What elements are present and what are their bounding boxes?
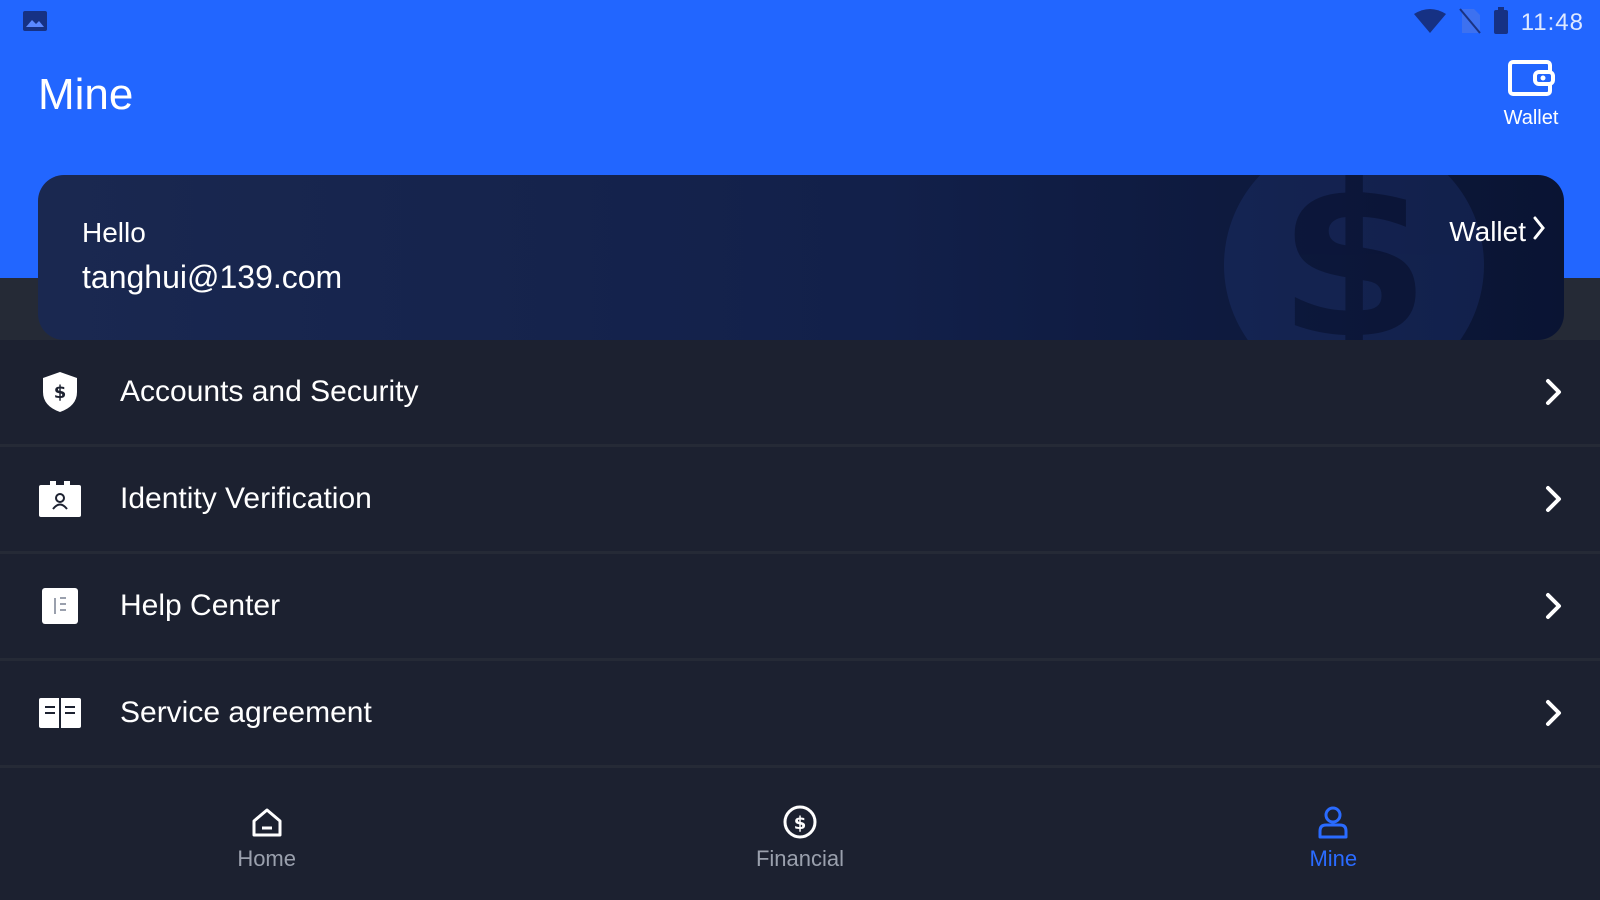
svg-text:$: $: [54, 382, 67, 403]
status-time: 11:48: [1520, 9, 1584, 36]
nav-mine[interactable]: Mine: [1223, 804, 1443, 872]
bottom-nav: Home $ Financial Mine: [0, 776, 1600, 900]
menu-item-label: Service agreement: [120, 696, 372, 729]
home-icon: [252, 808, 282, 837]
gallery-icon: [22, 9, 48, 38]
document-list-icon: [38, 584, 82, 628]
chevron-right-icon: [1546, 700, 1561, 726]
svg-text:$: $: [794, 813, 807, 834]
wifi-icon: [1413, 8, 1447, 39]
menu-item-identity-verification[interactable]: Identity Verification: [0, 447, 1600, 554]
nav-home-label: Home: [237, 846, 296, 871]
user-card: $ Hello tanghui@139.com Wallet: [38, 175, 1564, 340]
chevron-right-icon: [1546, 379, 1561, 405]
battery-icon: [1493, 6, 1509, 40]
nav-financial-label: Financial: [755, 846, 844, 871]
chevron-right-icon: [1546, 593, 1561, 619]
user-email: tanghui@139.com: [82, 259, 343, 295]
id-card-icon: [38, 477, 82, 521]
shield-dollar-icon: $: [38, 370, 82, 414]
open-book-icon: [38, 691, 82, 735]
nav-mine-label: Mine: [1309, 846, 1358, 871]
card-wallet-link[interactable]: Wallet: [1449, 215, 1546, 248]
menu-list: $ Accounts and Security Identity Verific…: [0, 340, 1600, 768]
nav-financial[interactable]: $ Financial: [690, 804, 910, 872]
svg-text:$: $: [1277, 175, 1430, 340]
person-icon: [1318, 806, 1348, 839]
no-sim-icon: [1458, 7, 1481, 39]
dollar-watermark-icon: $: [1224, 175, 1484, 340]
wallet-button-label: Wallet: [1503, 107, 1559, 129]
status-bar: 11:48: [0, 0, 1600, 46]
nav-home[interactable]: Home: [157, 804, 377, 872]
wallet-icon: [1507, 58, 1555, 103]
chevron-right-icon: [1546, 486, 1561, 512]
menu-item-label: Accounts and Security: [120, 375, 419, 408]
dollar-circle-icon: $: [783, 805, 817, 839]
menu-item-label: Help Center: [120, 589, 281, 622]
menu-item-help-center[interactable]: Help Center: [0, 554, 1600, 661]
menu-item-service-agreement[interactable]: Service agreement: [0, 661, 1600, 768]
greeting-text: Hello: [82, 217, 146, 248]
menu-item-label: Identity Verification: [120, 482, 372, 515]
menu-item-accounts-security[interactable]: $ Accounts and Security: [0, 340, 1600, 447]
wallet-button[interactable]: Wallet: [1496, 58, 1566, 130]
chevron-right-icon: [1532, 215, 1546, 248]
mine-screen: 11:48 Mine Wallet $ Hello tanghui@139.co…: [0, 0, 1600, 900]
page-title: Mine: [38, 70, 134, 119]
card-wallet-link-label: Wallet: [1449, 215, 1526, 247]
